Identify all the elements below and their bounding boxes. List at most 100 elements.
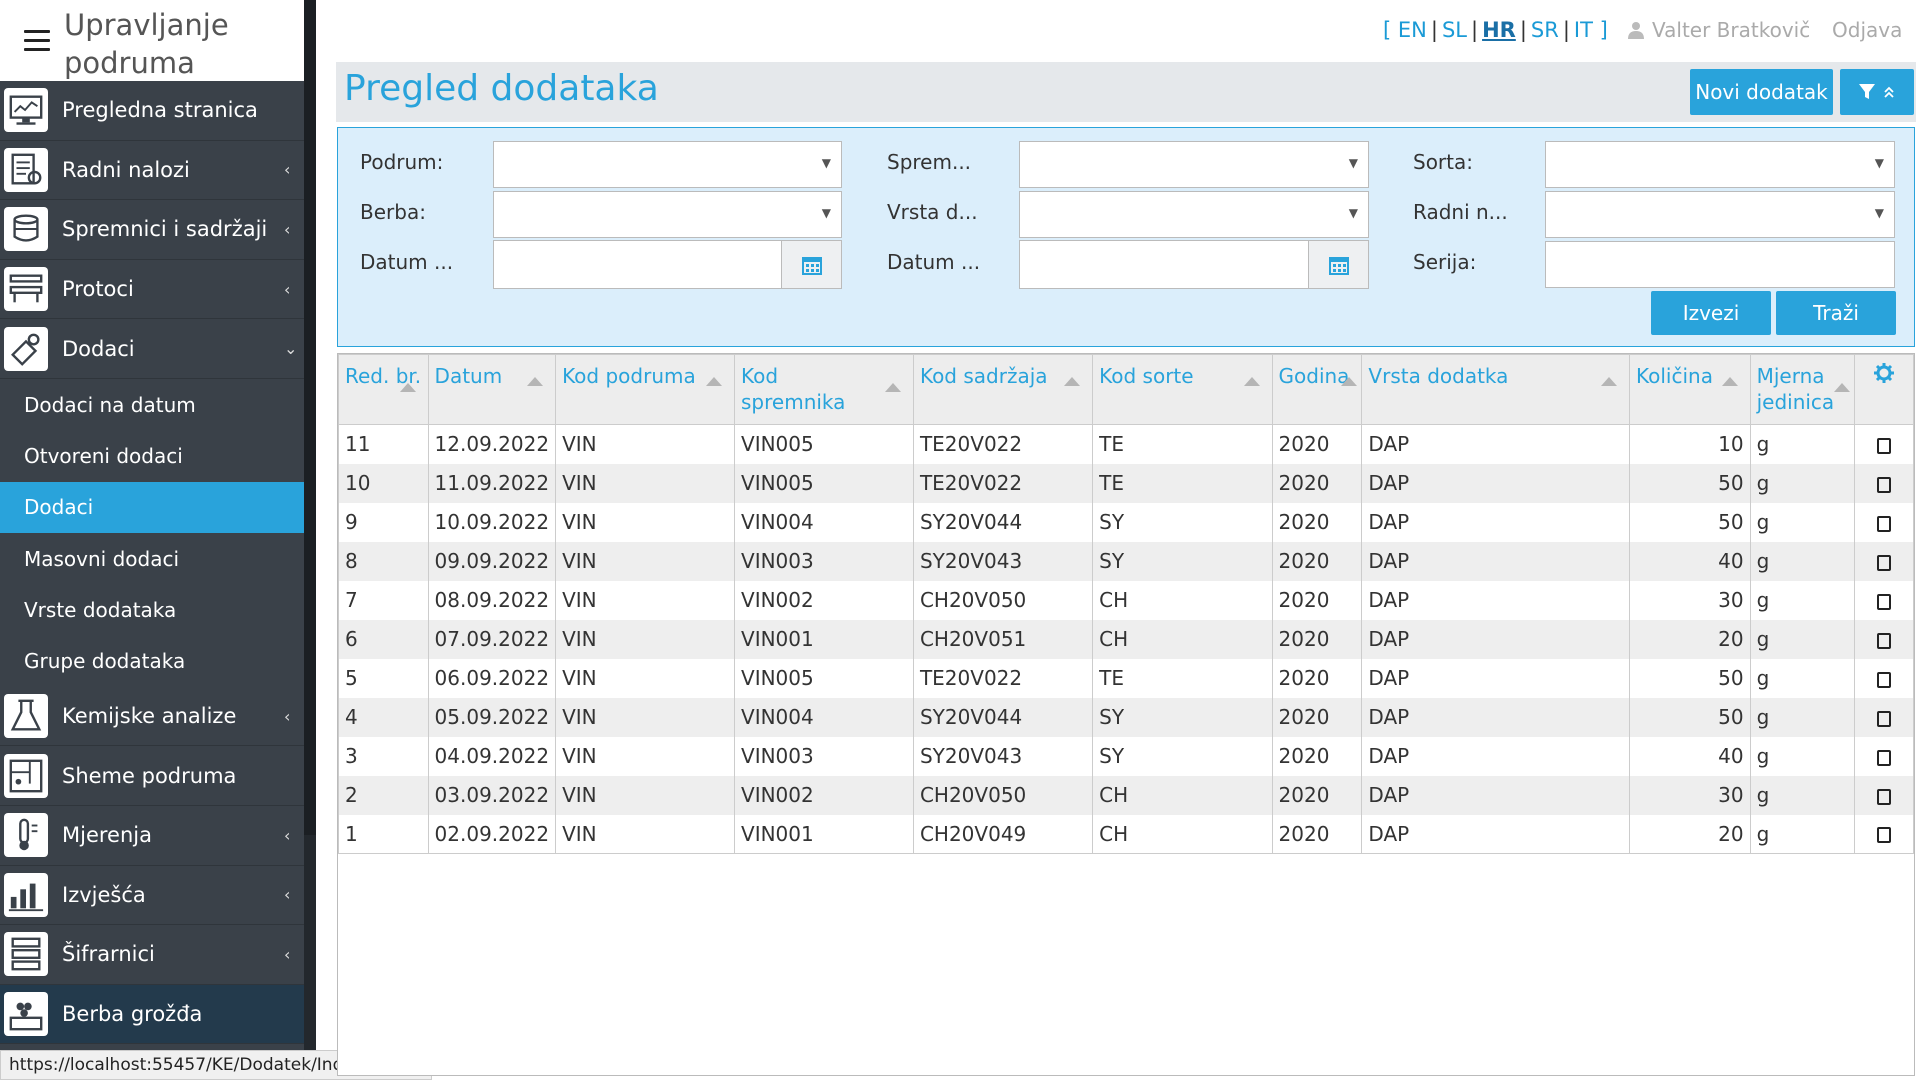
table-cell: 2020: [1271, 775, 1363, 815]
row-checkbox-cell: [1854, 424, 1914, 464]
sidebar-item-kemijske-analize[interactable]: Kemijske analize ‹: [0, 686, 316, 747]
calendar-button[interactable]: [781, 241, 841, 288]
table-cell: 2020: [1271, 502, 1363, 542]
column-header-kod-sadrzaja[interactable]: Kod sadržaja: [912, 354, 1094, 425]
sort-asc-icon: [884, 383, 901, 392]
lang-sl[interactable]: SL: [1442, 18, 1467, 42]
table-cell: VIN003: [734, 736, 914, 776]
column-header-kod-sorte[interactable]: Kod sorte: [1092, 354, 1273, 425]
sidebar-subitem-dodaci-na-datum[interactable]: Dodaci na datum: [0, 379, 316, 430]
table-cell: VIN002: [734, 775, 914, 815]
sidebar-item-sifrarnici[interactable]: Šifrarnici ‹: [0, 925, 316, 985]
chevron-left-icon: ‹: [284, 944, 291, 964]
table-row[interactable]: 11 12.09.2022 VIN VIN005 TE20V022 TE 2020 DAP 10…: [338, 424, 1914, 464]
column-header-mjerna-jedinica[interactable]: Mjerna jedinica: [1749, 354, 1856, 425]
radni-nalog-select[interactable]: ▼: [1545, 191, 1895, 238]
lang-it[interactable]: IT: [1574, 18, 1593, 42]
sidebar-item-label: Protoci: [62, 277, 134, 302]
row-checkbox[interactable]: [1877, 671, 1892, 688]
table-row[interactable]: 5 06.09.2022 VIN VIN005 TE20V022 TE 2020 DAP 50 g: [338, 658, 1914, 698]
sidebar-item-mjerenja[interactable]: Mjerenja ‹: [0, 805, 316, 866]
row-checkbox[interactable]: [1877, 749, 1892, 766]
lang-hr[interactable]: HR: [1482, 18, 1516, 42]
export-button[interactable]: Izvezi: [1651, 291, 1771, 335]
table-cell: TE20V022: [912, 424, 1094, 464]
datum-do-input[interactable]: [1019, 240, 1369, 289]
lang-sr[interactable]: SR: [1531, 18, 1559, 42]
new-additive-button[interactable]: Novi dodatak: [1690, 69, 1833, 115]
sidebar-item-pregledna-stranica[interactable]: Pregledna stranica: [0, 81, 316, 141]
berba-select[interactable]: ▼: [493, 191, 842, 238]
serija-input[interactable]: [1545, 241, 1895, 288]
sidebar-item-label: Mjerenja: [62, 823, 152, 848]
sidebar-item-protoci[interactable]: Protoci ‹: [0, 259, 316, 320]
table-row[interactable]: 8 09.09.2022 VIN VIN003 SY20V043 SY 2020 DAP 40 g: [338, 541, 1914, 581]
column-settings[interactable]: [1854, 354, 1914, 425]
table-row[interactable]: 6 07.09.2022 VIN VIN001 CH20V051 CH 2020 DAP 20 g: [338, 619, 1914, 659]
table-row[interactable]: 1 02.09.2022 VIN VIN001 CH20V049 CH 2020 DAP 20 g: [338, 814, 1914, 854]
hamburger-menu-icon[interactable]: [24, 30, 50, 52]
row-checkbox[interactable]: [1877, 476, 1892, 493]
table-cell: 2020: [1271, 814, 1363, 854]
sidebar-subitem-vrste-dodataka[interactable]: Vrste dodataka: [0, 584, 316, 635]
sort-asc-icon: [1834, 383, 1851, 392]
podrum-select[interactable]: ▼: [493, 141, 842, 188]
row-checkbox-cell: [1854, 658, 1914, 698]
filter-toggle-button[interactable]: [1840, 69, 1914, 115]
row-checkbox[interactable]: [1877, 437, 1892, 454]
column-header-kolicina[interactable]: Količina: [1629, 354, 1751, 425]
table-row[interactable]: 4 05.09.2022 VIN VIN004 SY20V044 SY 2020 DAP 50 g: [338, 697, 1914, 737]
column-header-vrsta-dodatka[interactable]: Vrsta dodatka: [1361, 354, 1631, 425]
sidebar-item-berba-grozda[interactable]: Berba grožđa: [0, 984, 316, 1045]
lang-en[interactable]: EN: [1398, 18, 1427, 42]
gear-icon[interactable]: [1874, 363, 1895, 383]
row-checkbox[interactable]: [1877, 710, 1892, 727]
sorta-select[interactable]: ▼: [1545, 141, 1895, 188]
table-row[interactable]: 2 03.09.2022 VIN VIN002 CH20V050 CH 2020 DAP 30 g: [338, 775, 1914, 815]
row-checkbox[interactable]: [1877, 788, 1892, 805]
table-row[interactable]: 7 08.09.2022 VIN VIN002 CH20V050 CH 2020 DAP 30 g: [338, 580, 1914, 620]
sidebar-item-radni-nalozi[interactable]: Radni nalozi ‹: [0, 140, 316, 201]
sidebar-item-dodaci[interactable]: Dodaci ⌄: [0, 319, 316, 379]
sidebar-item-sheme-podruma[interactable]: Sheme podruma: [0, 746, 316, 806]
table-cell: 11: [338, 424, 429, 464]
table-cell: 2020: [1271, 736, 1363, 776]
row-checkbox[interactable]: [1877, 515, 1892, 532]
sidebar-item-label: Izvješća: [62, 882, 146, 907]
sidebar-menu: Pregledna stranica Radni nalozi ‹ Spremn…: [0, 81, 316, 1045]
row-checkbox[interactable]: [1877, 554, 1892, 571]
datum-od-input[interactable]: [493, 240, 842, 289]
sidebar-item-spremnici[interactable]: Spremnici i sadržaji ‹: [0, 200, 316, 260]
table-cell: 2020: [1271, 580, 1363, 620]
table-row[interactable]: 10 11.09.2022 VIN VIN005 TE20V022 TE 2020 DAP 50…: [338, 463, 1914, 503]
sidebar-subitem-masovni-dodaci[interactable]: Masovni dodaci: [0, 533, 316, 584]
column-header-kod-podruma[interactable]: Kod podruma: [555, 354, 736, 425]
sidebar-subitem-grupe-dodataka[interactable]: Grupe dodataka: [0, 635, 316, 686]
column-header-red-br[interactable]: Red. br.: [338, 354, 429, 425]
user-menu[interactable]: Valter Bratkovič: [1628, 18, 1810, 42]
sidebar-scrollbar[interactable]: [304, 0, 316, 1080]
row-checkbox[interactable]: [1877, 632, 1892, 649]
table-cell: 2: [338, 775, 429, 815]
sidebar-scrollbar-thumb[interactable]: [304, 0, 316, 835]
sidebar-subitem-dodaci[interactable]: Dodaci: [0, 481, 316, 533]
calendar-button[interactable]: [1308, 241, 1368, 288]
sidebar-item-izvjesca[interactable]: Izvješća ‹: [0, 865, 316, 926]
table-body: 11 12.09.2022 VIN VIN005 TE20V022 TE 2020 DAP 10…: [338, 424, 1914, 854]
column-header-kod-spremnika[interactable]: Kod spremnika: [734, 354, 914, 425]
column-header-godina[interactable]: Godina: [1271, 354, 1363, 425]
search-button[interactable]: Traži: [1776, 291, 1896, 335]
table-row[interactable]: 9 10.09.2022 VIN VIN004 SY20V044 SY 2020 DAP 50 g: [338, 502, 1914, 542]
table-cell: VIN004: [734, 697, 914, 737]
sort-asc-icon: [1064, 377, 1081, 386]
sidebar-subitem-otvoreni-dodaci[interactable]: Otvoreni dodaci: [0, 430, 316, 481]
chevron-left-icon: ‹: [284, 160, 291, 180]
vrsta-dodatka-select[interactable]: ▼: [1019, 191, 1369, 238]
row-checkbox[interactable]: [1877, 593, 1892, 610]
logout-link[interactable]: Odjava: [1832, 18, 1902, 42]
column-header-datum[interactable]: Datum: [427, 354, 557, 425]
table-cell: 8: [338, 541, 429, 581]
spremnik-select[interactable]: ▼: [1019, 141, 1369, 188]
row-checkbox[interactable]: [1877, 827, 1892, 844]
table-row[interactable]: 3 04.09.2022 VIN VIN003 SY20V043 SY 2020 DAP 40 g: [338, 736, 1914, 776]
